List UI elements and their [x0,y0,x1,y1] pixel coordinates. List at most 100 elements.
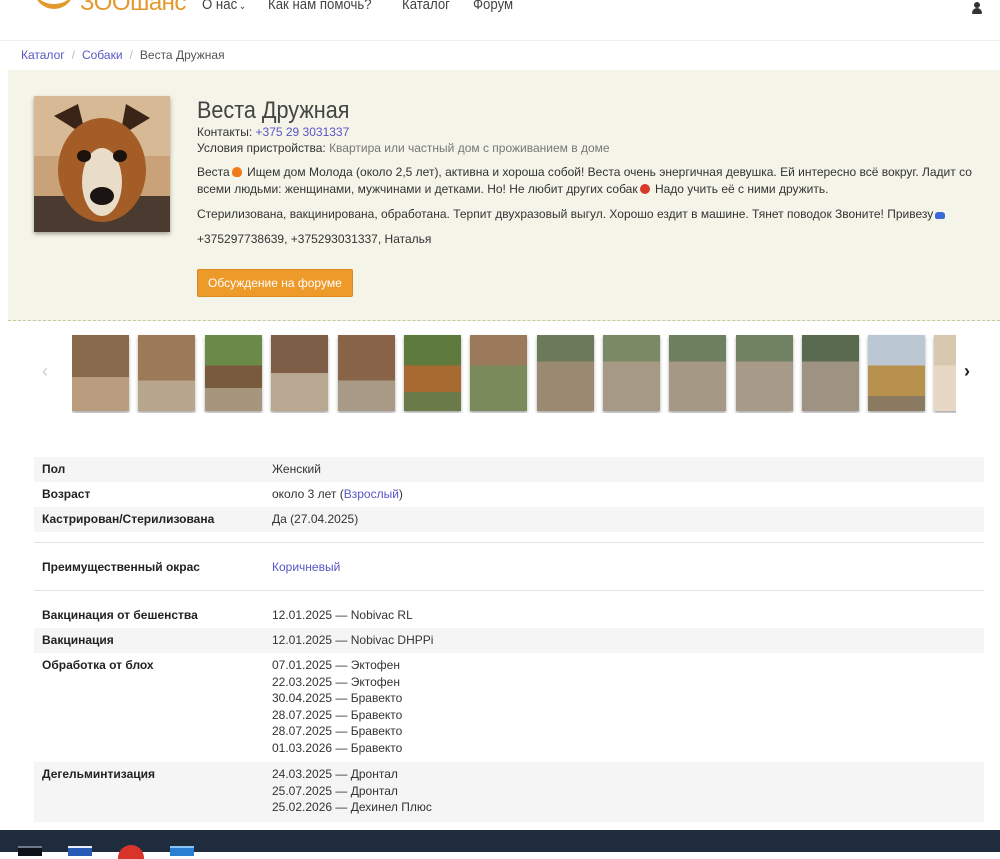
conditions-label: Условия пристройства: [197,141,326,155]
flea-entry: 28.07.2025 — Бравекто [272,707,403,722]
detail-row-sterilized: Кастрирован/Стерилизована Да (27.04.2025… [34,507,984,532]
flea-entry: 07.01.2025 — Эктофен [272,658,400,672]
gallery-thumbnail[interactable] [271,335,328,411]
detail-row-rabies: Вакцинация от бешенства 12.01.2025 — Nob… [34,603,984,628]
menu-item-help[interactable]: Как нам помочь? [268,0,372,13]
logo-text: ЗООшанс [80,0,186,16]
detail-value-list: 07.01.2025 — Эктофен 22.03.2025 — Эктофе… [272,653,402,762]
top-navbar: ЗООшанс О нас ⌄ Как нам помочь? Каталог Ф… [0,0,1000,41]
detail-value: Коричневый [272,555,340,580]
gallery-thumbnails [72,333,956,413]
contacts-phone-link[interactable]: +375 29 3031337 [256,125,350,139]
desc-p1-c: Надо учить её с ними дружить. [654,182,829,196]
menu-item-about[interactable]: О нас ⌄ [202,0,246,13]
chevron-left-icon[interactable]: ‹ [38,361,52,381]
deworm-entry: 25.07.2025 — Дронтал [272,783,398,798]
age-close: ) [398,487,403,501]
detail-label: Пол [42,462,66,476]
gallery-thumbnail[interactable] [669,335,726,411]
fire-icon [231,167,242,177]
detail-row-sex: Пол Женский [34,457,984,482]
flea-entry: 30.04.2025 — Бравекто [272,691,403,705]
detail-label: Вакцинация от бешенства [42,608,198,622]
browser-icon[interactable] [118,845,144,859]
detail-value: около 3 лет (Взрослый) [272,482,403,507]
deworm-entry: 24.03.2025 — Дронтал [272,767,398,781]
gallery-thumbnail[interactable] [802,335,859,411]
gallery-thumbnail[interactable] [138,335,195,411]
color-link[interactable]: Коричневый [272,560,340,574]
menu-item-catalog[interactable]: Каталог [402,0,450,13]
conditions-value: Квартира или частный дом с проживанием в… [329,141,610,155]
gallery-thumbnail[interactable] [338,335,395,411]
detail-label: Возраст [42,487,91,501]
description-paragraph-2: Стерилизована, вакцинирована, обработана… [197,206,987,223]
detail-row-flea: Обработка от блох 07.01.2025 — Эктофен 2… [34,653,984,762]
gallery-thumbnail[interactable] [934,335,956,411]
conditions-line: Условия пристройства: Квартира или частн… [197,140,987,156]
desc-p2: Стерилизована, вакцинирована, обработана… [197,207,934,221]
pet-details-table: Пол Женский Возраст около 3 лет (Взрослы… [34,457,984,822]
flea-entry: 01.03.2026 — Бравекто [272,740,403,755]
detail-row-vaccination: Вакцинация 12.01.2025 — Nobivac DHPPi [34,628,984,653]
gallery-thumbnail[interactable] [603,335,660,411]
site-logo[interactable]: ЗООшанс [34,0,186,16]
gallery-thumbnail[interactable] [205,335,262,411]
desc-p1-b: Ищем дом Молода (около 2,5 лет), активна… [197,165,972,196]
forum-discussion-button[interactable]: Обсуждение на форуме [197,269,353,297]
save-app-icon[interactable] [68,846,92,856]
gallery-thumbnail[interactable] [72,335,129,411]
flea-entry: 22.03.2025 — Эктофен [272,674,400,689]
logo-mark-icon [34,0,74,13]
divider [34,590,984,591]
main-menu: О нас ⌄ Как нам помочь? Каталог Форум [202,0,534,13]
pet-profile-card: Веста Дружная Контакты: +375 29 3031337 … [8,70,1000,321]
divider [34,542,984,543]
detail-value: Женский [272,462,321,476]
detail-row-age: Возраст около 3 лет (Взрослый) [34,482,984,507]
detail-label: Кастрирован/Стерилизована [42,512,215,526]
car-icon [935,212,946,219]
detail-value: 12.01.2025 — Nobivac DHPPi [272,633,434,647]
detail-label: Дегельминтизация [42,767,156,781]
breadcrumb: Каталог / Собаки / Веста Дружная [21,48,225,62]
detail-label: Преимущественный окрас [42,560,200,574]
breadcrumb-separator: / [129,48,133,62]
detail-value: Да (27.04.2025) [272,512,359,526]
os-taskbar [0,830,1000,859]
gallery-thumbnail[interactable] [868,335,925,411]
gallery-thumbnail[interactable] [537,335,594,411]
user-icon[interactable] [972,2,982,14]
chevron-down-icon: ⌄ [238,1,247,12]
deworm-entry: 25.02.2026 — Дехинел Плюс [272,800,432,814]
flea-entry: 28.07.2025 — Бравекто [272,724,403,738]
contacts-line: Контакты: +375 29 3031337 [197,124,987,140]
detail-value-list: 24.03.2025 — Дронтал 25.07.2025 — Дронта… [272,762,432,822]
age-category-link[interactable]: Взрослый [344,487,399,501]
pet-info: Веста Дружная Контакты: +375 29 3031337 … [197,98,987,248]
pet-name: Веста Дружная [197,97,350,124]
gallery-thumbnail[interactable] [736,335,793,411]
detail-label: Вакцинация [42,633,114,647]
gallery-thumbnail[interactable] [470,335,527,411]
contacts-label: Контакты: [197,125,253,139]
detail-row-deworming: Дегельминтизация 24.03.2025 — Дронтал 25… [34,762,984,822]
photo-gallery: ‹ › [30,333,990,413]
app-icon[interactable] [170,846,194,856]
description-paragraph-3: +375297738639, +375293031337, Наталья [197,232,432,246]
breadcrumb-catalog[interactable]: Каталог [21,48,65,62]
angry-face-icon [639,184,650,194]
desc-p1-a: Веста [197,165,230,179]
chevron-right-icon[interactable]: › [960,361,974,381]
gallery-thumbnail[interactable] [404,335,461,411]
menu-item-forum[interactable]: Форум [473,0,513,13]
age-text: около 3 лет ( [272,487,344,501]
breadcrumb-current: Веста Дружная [139,48,225,62]
detail-label: Обработка от блох [42,658,154,672]
detail-value: 12.01.2025 — Nobivac RL [272,608,413,622]
pet-main-photo[interactable] [34,96,170,232]
breadcrumb-dogs[interactable]: Собаки [82,48,123,62]
breadcrumb-separator: / [71,48,75,62]
detail-row-color: Преимущественный окрас Коричневый [34,555,984,580]
terminal-icon[interactable] [18,846,42,856]
